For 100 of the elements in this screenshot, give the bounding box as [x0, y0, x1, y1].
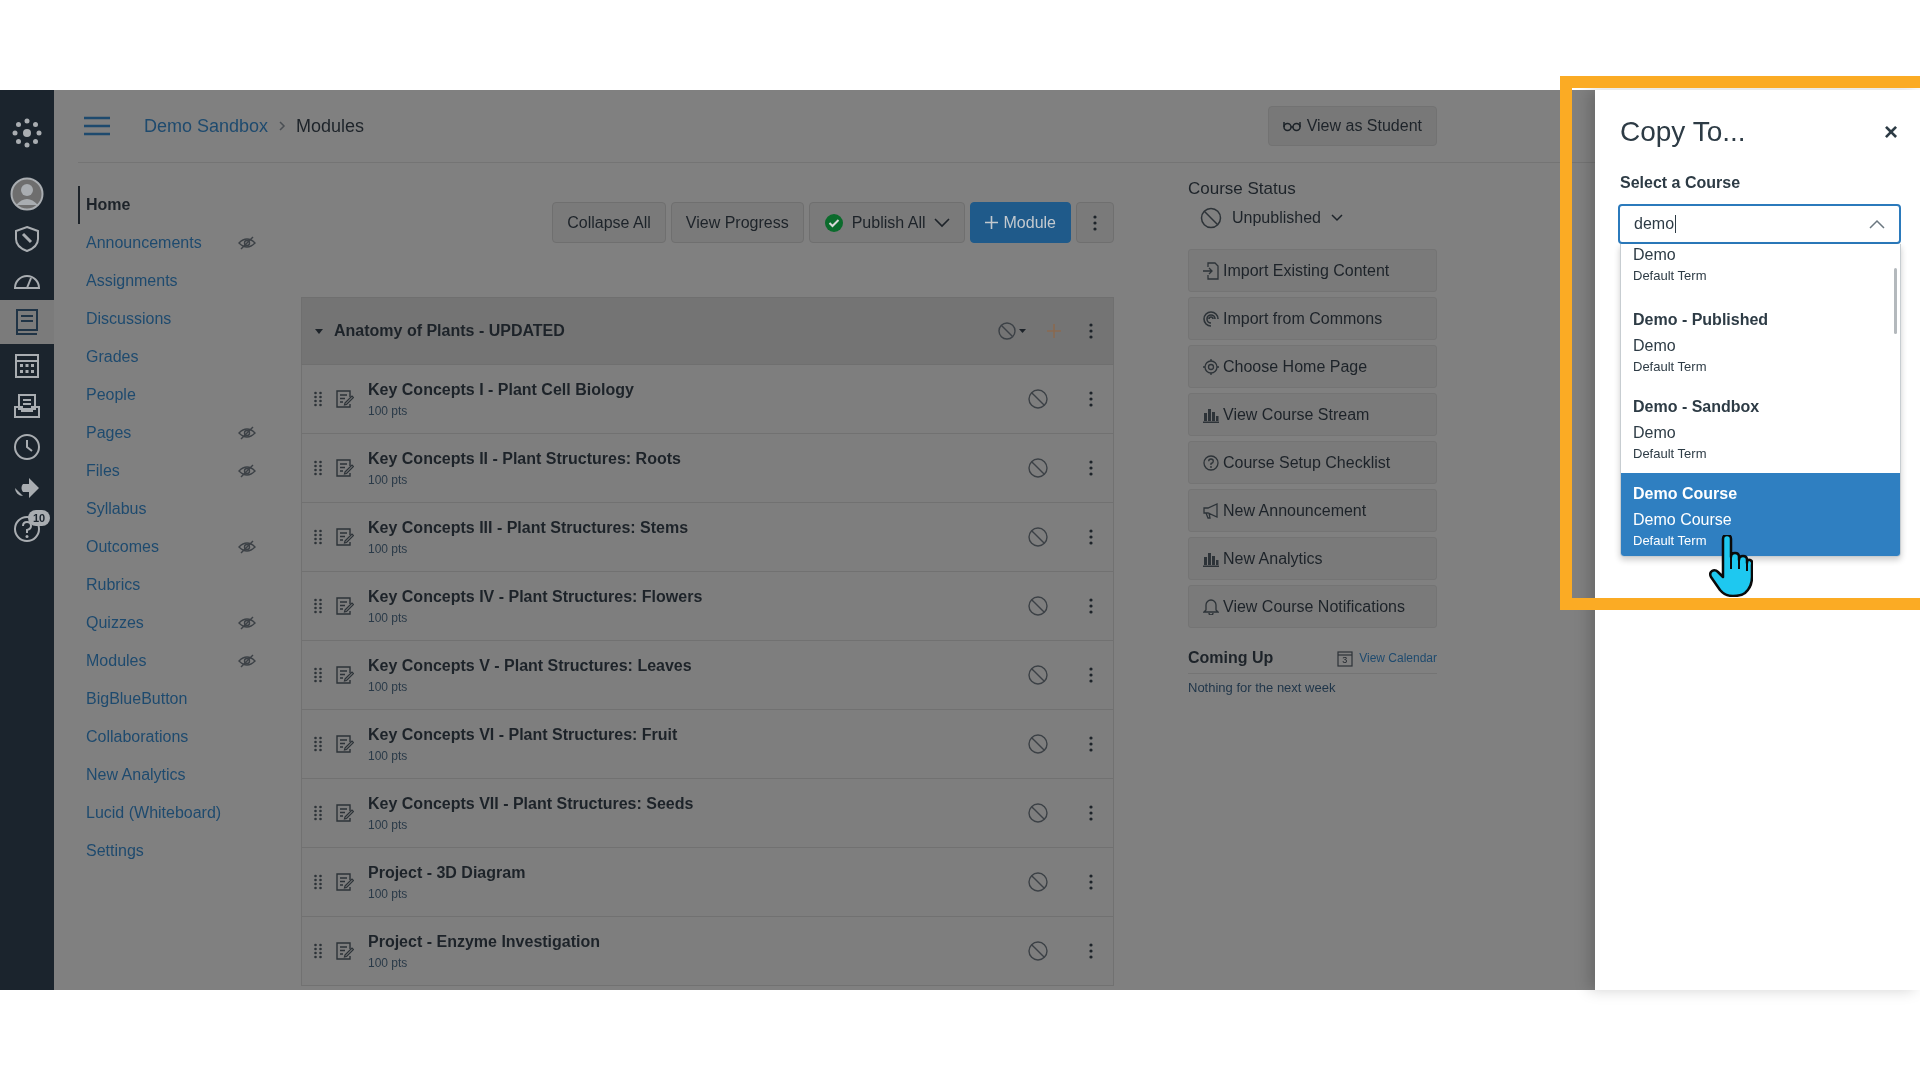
chevron-up-icon [1869, 219, 1885, 229]
unpublished-icon[interactable] [1027, 664, 1049, 686]
field-label: Select a Course [1620, 174, 1742, 192]
eye-slash-icon [238, 616, 256, 630]
unpublished-icon[interactable] [1027, 871, 1049, 893]
scrollbar [1894, 268, 1897, 334]
item-title-link[interactable]: Key Concepts VI - Plant Structures: Fruit [368, 725, 1013, 744]
course-nav-link[interactable]: Assignments [78, 262, 256, 300]
kebab-icon[interactable] [1089, 736, 1093, 752]
course-action-button[interactable]: Course Setup Checklist [1188, 441, 1437, 484]
course-nav-link[interactable]: Lucid (Whiteboard) [78, 794, 256, 832]
unpublished-icon[interactable] [1027, 802, 1049, 824]
unpublished-icon[interactable] [1027, 526, 1049, 548]
calendar-icon [1337, 649, 1354, 667]
drag-handle-icon[interactable] [314, 529, 322, 545]
view-calendar-link[interactable]: View Calendar [1359, 651, 1437, 665]
item-title-link[interactable]: Project - 3D Diagram [368, 863, 1013, 882]
item-title-link[interactable]: Key Concepts III - Plant Structures: Stems [368, 518, 1013, 537]
course-nav-link[interactable]: Home [78, 186, 256, 224]
course-status-dropdown[interactable]: Unpublished [1188, 207, 1437, 229]
eye-slash-icon [238, 540, 256, 554]
course-nav-link[interactable]: BigBlueButton [78, 680, 256, 718]
course-nav-link[interactable]: People [78, 376, 256, 414]
course-action-button[interactable]: New Announcement [1188, 489, 1437, 532]
close-button[interactable]: × [1882, 118, 1900, 146]
drag-handle-icon[interactable] [314, 805, 322, 821]
drag-handle-icon[interactable] [314, 391, 322, 407]
item-title-link[interactable]: Key Concepts I - Plant Cell Biology [368, 380, 1013, 399]
drag-handle-icon[interactable] [314, 667, 322, 683]
kebab-icon[interactable] [1089, 598, 1093, 614]
points-text: 100 pts [368, 955, 409, 970]
points-text: 100 pts [368, 472, 409, 487]
course-option[interactable]: Demo Course Demo Course Default Term [1621, 473, 1900, 556]
drag-handle-icon[interactable] [314, 874, 322, 890]
item-title-link[interactable]: Key Concepts V - Plant Structures: Leaves [368, 656, 1013, 675]
global-nav-item[interactable] [0, 300, 54, 344]
empty-message: Nothing for the next week [1188, 680, 1337, 695]
course-action-button[interactable]: New Analytics [1188, 537, 1437, 580]
course-nav-link[interactable]: Discussions [78, 300, 256, 338]
item-title-link[interactable]: Key Concepts IV - Plant Structures: Flowers [368, 587, 1013, 606]
drag-handle-icon[interactable] [314, 736, 322, 752]
course-action-button[interactable]: Import from Commons [1188, 297, 1437, 340]
unpublished-icon[interactable] [1027, 940, 1049, 962]
drag-handle-icon[interactable] [314, 460, 322, 476]
inbox-icon [13, 392, 41, 419]
drag-handle-icon[interactable] [314, 943, 322, 959]
course-nav-link[interactable]: Quizzes [78, 604, 256, 642]
course-nav-link[interactable]: Pages [78, 414, 256, 452]
kebab-icon[interactable] [1089, 529, 1093, 545]
course-nav-link[interactable]: Files [78, 452, 256, 490]
course-nav-link[interactable]: Syllabus [78, 490, 256, 528]
kebab-icon[interactable] [1089, 805, 1093, 821]
drag-handle-icon[interactable] [314, 598, 322, 614]
kebab-icon[interactable] [1089, 667, 1093, 683]
assignment-icon [336, 459, 354, 477]
menu-icon[interactable] [84, 116, 110, 136]
kebab-icon[interactable] [1089, 391, 1093, 407]
publish-all-button[interactable]: Publish All [808, 202, 965, 243]
points-text: 100 pts [368, 541, 409, 556]
breadcrumb-link[interactable]: Demo Sandbox [144, 115, 269, 137]
eye-slash-icon [238, 426, 256, 440]
kebab-icon [1093, 214, 1097, 231]
kebab-icon[interactable] [1089, 460, 1093, 476]
course-action-button[interactable]: View Course Notifications [1188, 585, 1437, 628]
course-option[interactable]: Demo Default Term [1621, 244, 1900, 299]
item-title-link[interactable]: Project - Enzyme Investigation [368, 932, 1013, 951]
course-action-button[interactable]: Choose Home Page [1188, 345, 1437, 388]
course-nav-link[interactable]: Announcements [78, 224, 256, 262]
add-module-button[interactable]: Module [969, 202, 1071, 243]
item-title-link[interactable]: Key Concepts VII - Plant Structures: Seeds [368, 794, 1013, 813]
kebab-icon[interactable] [1089, 323, 1093, 339]
course-action-button[interactable]: View Course Stream [1188, 393, 1437, 436]
view-as-student-button[interactable]: View as Student [1267, 106, 1437, 146]
points-text: 100 pts [368, 748, 409, 763]
view-progress-button[interactable]: View Progress [670, 202, 804, 243]
avatar-icon [10, 177, 44, 211]
course-option[interactable]: Demo - Sandbox Demo Default Term [1621, 386, 1900, 473]
unpublished-icon[interactable] [1027, 733, 1049, 755]
unpublished-icon[interactable] [1027, 457, 1049, 479]
course-search-field[interactable]: demo [1618, 204, 1901, 244]
course-nav-link[interactable]: Settings [78, 832, 256, 870]
caret-icon[interactable] [314, 326, 324, 336]
course-nav-link[interactable]: Grades [78, 338, 256, 376]
kebab-icon[interactable] [1089, 943, 1093, 959]
unpublished-icon[interactable] [1027, 595, 1049, 617]
kebab-icon[interactable] [1089, 874, 1093, 890]
collapse-all-button[interactable]: Collapse All [552, 202, 666, 243]
unpublished-icon[interactable] [1027, 388, 1049, 410]
course-nav-link[interactable]: Collaborations [78, 718, 256, 756]
course-action-button[interactable]: Import Existing Content [1188, 249, 1437, 292]
unpublished-icon[interactable] [997, 321, 1027, 341]
shield-icon [14, 224, 40, 253]
calendar-day: 3 [1342, 654, 1354, 665]
course-option[interactable]: Demo - Published Demo Default Term [1621, 299, 1900, 386]
course-nav-link[interactable]: New Analytics [78, 756, 256, 794]
item-title-link[interactable]: Key Concepts II - Plant Structures: Roots [368, 449, 1013, 468]
course-nav-link[interactable]: Modules [78, 642, 256, 680]
global-nav-item[interactable]: 10 [0, 508, 54, 549]
course-nav-link[interactable]: Rubrics [78, 566, 256, 604]
course-nav-link[interactable]: Outcomes [78, 528, 256, 566]
